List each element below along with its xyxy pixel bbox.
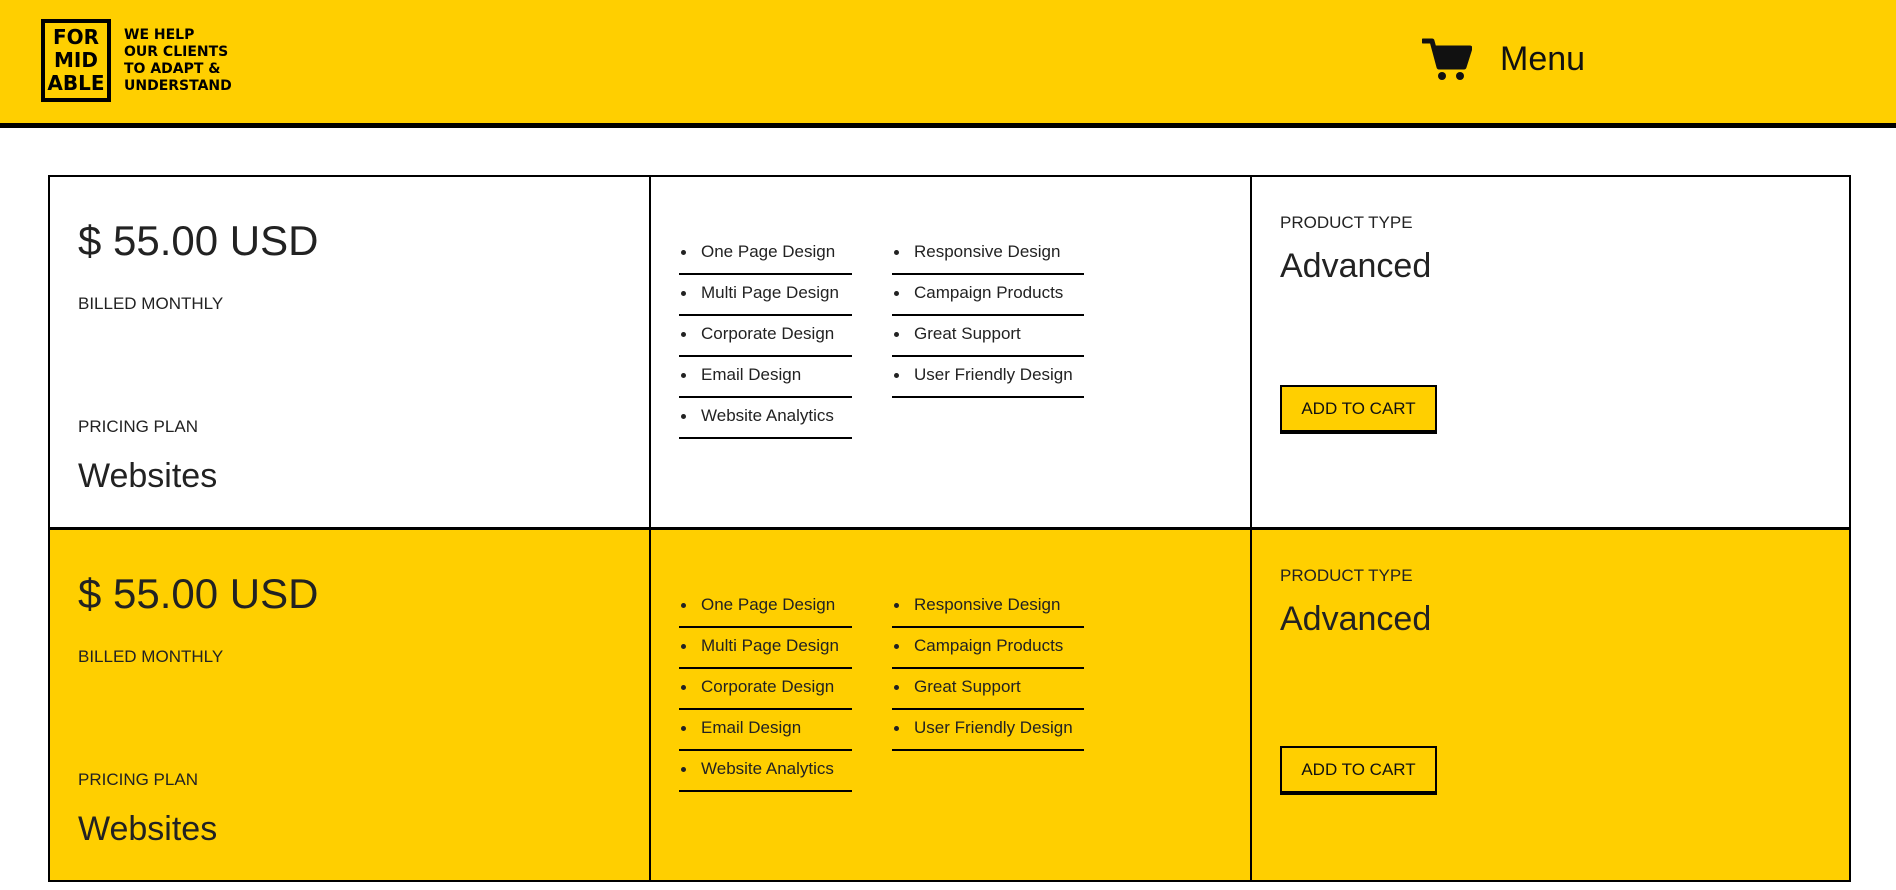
product-type-label: PRODUCT TYPE (1280, 213, 1413, 232)
product-type-label: PRODUCT TYPE (1280, 566, 1413, 585)
feature-item: User Friendly Design (892, 357, 1084, 398)
tagline-line: TO ADAPT & (124, 60, 221, 77)
pricing-plan-name: Websites (78, 810, 218, 848)
logo-mark: FOR MID ABLE (41, 19, 111, 102)
logo-tagline: WE HELP OUR CLIENTS TO ADAPT & UNDERSTAN… (124, 27, 232, 95)
feature-item: Multi Page Design (679, 275, 852, 316)
feature-item: Responsive Design (892, 234, 1084, 275)
feature-list: One Page Design Multi Page Design Corpor… (679, 234, 1084, 439)
tagline-line: OUR CLIENTS (124, 43, 229, 60)
billing-period: BILLED MONTHLY (78, 294, 224, 313)
features-cell: One Page Design Multi Page Design Corpor… (651, 530, 1252, 880)
feature-column-left: One Page Design Multi Page Design Corpor… (679, 587, 852, 792)
logo-line: MID (54, 48, 98, 72)
feature-item: One Page Design (679, 234, 852, 275)
price-amount: $ 55.00 USD (78, 570, 319, 617)
feature-item: Campaign Products (892, 275, 1084, 316)
product-type-cell: PRODUCT TYPE Advanced ADD TO CART (1252, 530, 1853, 880)
price-cell: $ 55.00 USD BILLED MONTHLY PRICING PLAN … (50, 530, 651, 880)
pricing-plan-name: Websites (78, 457, 218, 495)
price-amount: $ 55.00 USD (78, 217, 319, 264)
features-cell: One Page Design Multi Page Design Corpor… (651, 177, 1252, 527)
feature-item: Great Support (892, 669, 1084, 710)
product-type-name: Advanced (1280, 600, 1432, 638)
feature-item: Corporate Design (679, 316, 852, 357)
shopping-cart-icon[interactable] (1422, 36, 1472, 82)
feature-column-left: One Page Design Multi Page Design Corpor… (679, 234, 852, 439)
site-header: FOR MID ABLE WE HELP OUR CLIENTS TO ADAP… (0, 0, 1896, 128)
add-to-cart-button[interactable]: ADD TO CART (1280, 746, 1437, 795)
feature-column-right: Responsive Design Campaign Products Grea… (892, 587, 1084, 792)
menu-button[interactable]: Menu (1500, 40, 1585, 79)
product-type-cell: PRODUCT TYPE Advanced ADD TO CART (1252, 177, 1853, 527)
tagline-line: WE HELP (124, 26, 195, 43)
price-cell: $ 55.00 USD BILLED MONTHLY PRICING PLAN … (50, 177, 651, 527)
feature-item: User Friendly Design (892, 710, 1084, 751)
header-nav: Menu (1422, 36, 1585, 82)
feature-item: Responsive Design (892, 587, 1084, 628)
pricing-row: $ 55.00 USD BILLED MONTHLY PRICING PLAN … (48, 175, 1851, 529)
pricing-row: $ 55.00 USD BILLED MONTHLY PRICING PLAN … (48, 528, 1851, 882)
feature-item: Multi Page Design (679, 628, 852, 669)
pricing-plans: $ 55.00 USD BILLED MONTHLY PRICING PLAN … (48, 175, 1851, 882)
billing-period: BILLED MONTHLY (78, 647, 224, 666)
add-to-cart-button[interactable]: ADD TO CART (1280, 385, 1437, 434)
feature-item: Corporate Design (679, 669, 852, 710)
tagline-line: UNDERSTAND (124, 77, 232, 94)
feature-item: Campaign Products (892, 628, 1084, 669)
feature-column-right: Responsive Design Campaign Products Grea… (892, 234, 1084, 439)
logo[interactable]: FOR MID ABLE WE HELP OUR CLIENTS TO ADAP… (41, 19, 232, 102)
feature-item: Great Support (892, 316, 1084, 357)
feature-item: Website Analytics (679, 398, 852, 439)
feature-item: Email Design (679, 357, 852, 398)
logo-line: FOR (52, 25, 100, 49)
feature-item: Email Design (679, 710, 852, 751)
pricing-plan-label: PRICING PLAN (78, 417, 198, 436)
feature-item: Website Analytics (679, 751, 852, 792)
logo-line: ABLE (47, 71, 105, 95)
product-type-name: Advanced (1280, 247, 1432, 285)
feature-item: One Page Design (679, 587, 852, 628)
feature-list: One Page Design Multi Page Design Corpor… (679, 587, 1084, 792)
pricing-plan-label: PRICING PLAN (78, 770, 198, 789)
